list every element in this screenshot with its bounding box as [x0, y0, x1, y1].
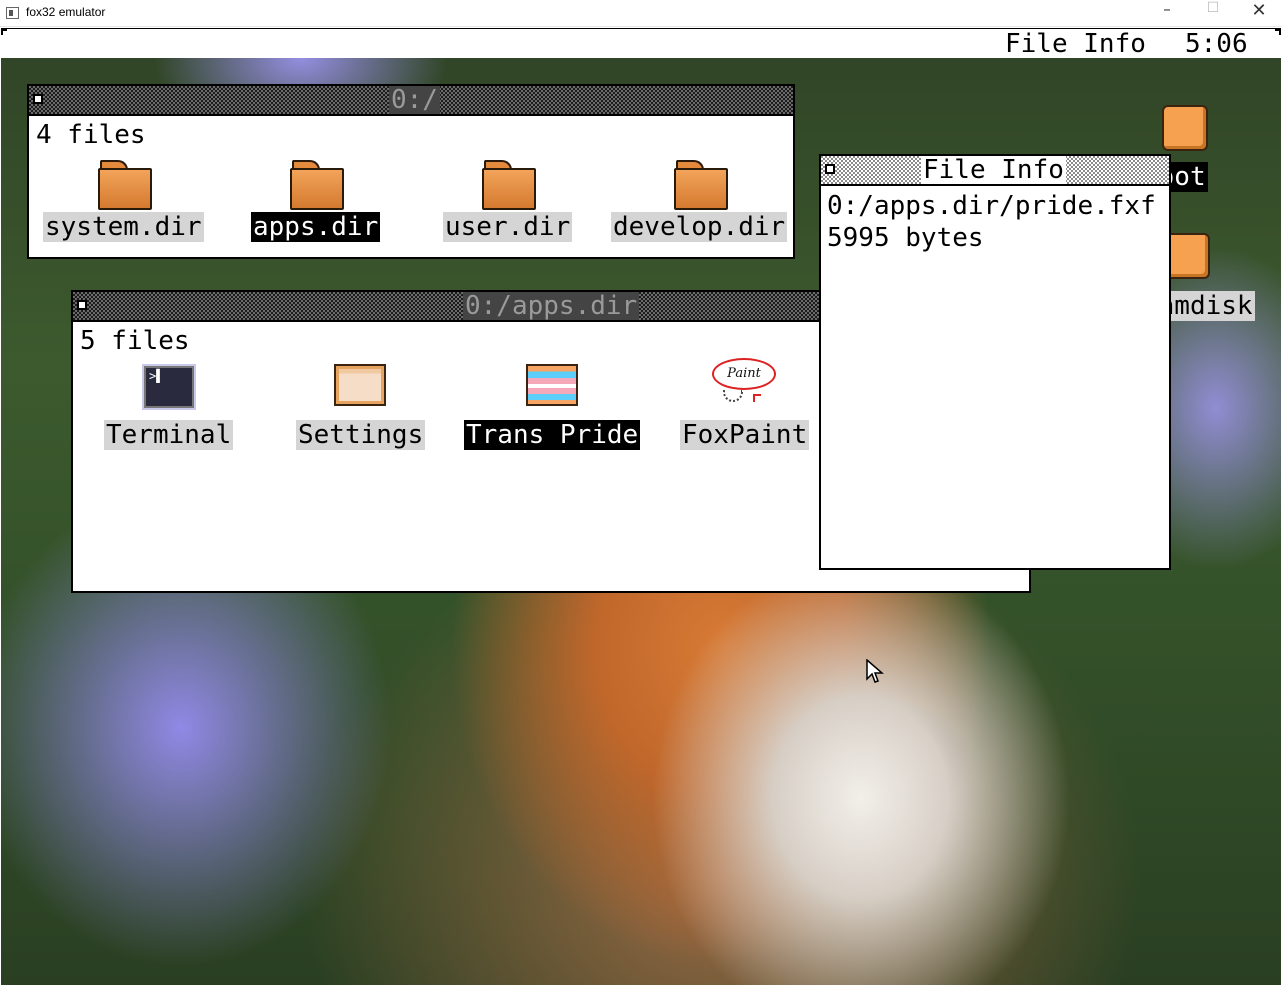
file-label-user-dir[interactable]: user.dir — [443, 212, 573, 242]
foxpaint-icon[interactable]: Paint — [711, 358, 777, 408]
folder-icon[interactable] — [98, 158, 152, 210]
app-window-icon — [6, 7, 19, 19]
apps-window-title: 0:/apps.dir — [463, 291, 640, 321]
file-label-apps-dir[interactable]: apps.dir — [251, 212, 381, 242]
minimize-button[interactable]: – — [1144, 0, 1190, 27]
paint-arrow-icon — [753, 394, 761, 402]
file-label-system-dir[interactable]: system.dir — [43, 212, 204, 242]
terminal-icon[interactable]: >▌ — [144, 366, 194, 408]
file-info-path: 0:/apps.dir/pride.fxf — [827, 191, 1156, 221]
boot-disk-icon[interactable] — [1162, 105, 1208, 151]
menu-bar: File Info 5:06 — [1, 28, 1281, 59]
close-button[interactable]: ✕ — [1236, 0, 1282, 27]
paint-scribble — [723, 390, 743, 402]
host-titlebar: fox32 emulator – ☐ ✕ — [0, 0, 1282, 27]
file-label-trans-pride[interactable]: Trans Pride — [464, 420, 641, 450]
folder-icon[interactable] — [674, 158, 728, 210]
root-window-title: 0:/ — [389, 85, 440, 115]
folder-icon[interactable] — [482, 158, 536, 210]
paint-bubble-text: Paint — [712, 358, 776, 390]
settings-icon[interactable] — [334, 364, 386, 406]
menu-file-info[interactable]: File Info — [1005, 29, 1146, 59]
root-file-count: 4 files — [36, 120, 146, 150]
host-window-title: fox32 emulator — [26, 5, 106, 19]
root-window-close-box[interactable] — [33, 94, 43, 104]
info-window-titlebar[interactable]: File Info — [821, 156, 1169, 186]
info-window-close-box[interactable] — [825, 164, 835, 174]
file-label-terminal[interactable]: Terminal — [104, 420, 234, 450]
file-info-size: 5995 bytes — [827, 223, 984, 253]
root-directory-window[interactable]: 0:/ 4 files system.dir apps.dir user.dir… — [27, 84, 795, 259]
apps-window-close-box[interactable] — [77, 300, 87, 310]
file-label-foxpaint[interactable]: FoxPaint — [680, 420, 810, 450]
file-label-settings[interactable]: Settings — [296, 420, 426, 450]
menubar-clock: 5:06 — [1185, 29, 1248, 59]
folder-icon[interactable] — [290, 158, 344, 210]
file-label-develop-dir[interactable]: develop.dir — [611, 212, 788, 242]
emulator-screen[interactable]: boot ramdisk File Info 5:06 0:/ 4 files … — [1, 28, 1281, 985]
apps-file-count: 5 files — [80, 326, 190, 356]
trans-pride-icon[interactable] — [526, 364, 578, 406]
maximize-button[interactable]: ☐ — [1190, 0, 1236, 27]
terminal-prompt-glyph: >▌ — [149, 369, 164, 383]
menubar-corner-right — [1275, 29, 1281, 35]
info-window-title: File Info — [921, 155, 1066, 185]
menubar-corner-left — [1, 29, 7, 35]
file-info-window[interactable]: File Info 0:/apps.dir/pride.fxf 5995 byt… — [819, 154, 1171, 570]
root-window-titlebar[interactable]: 0:/ — [29, 86, 793, 116]
mouse-pointer-icon — [866, 659, 884, 683]
